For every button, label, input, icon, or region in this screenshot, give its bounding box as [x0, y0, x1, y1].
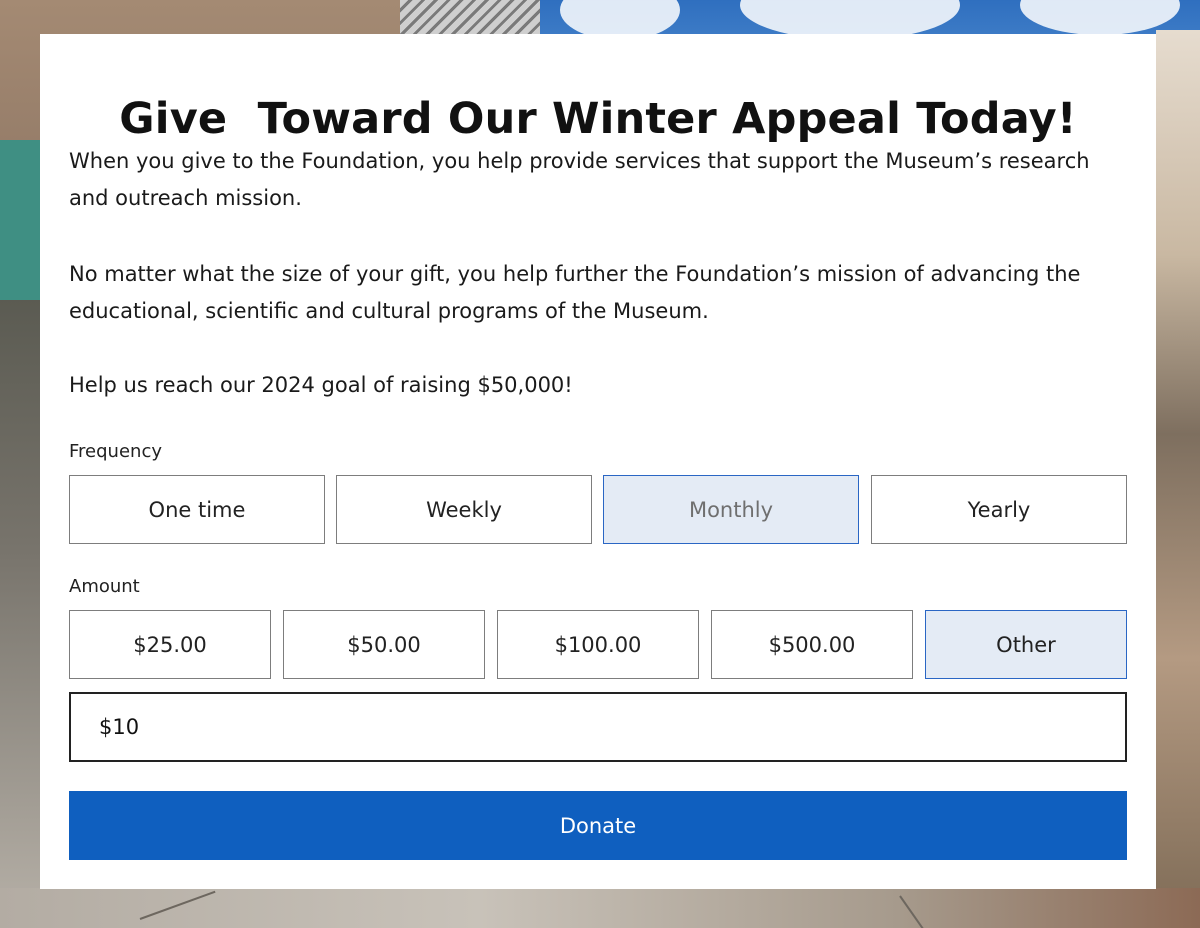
donation-card: Give Toward Our Winter Appeal Today! Whe… — [40, 34, 1156, 889]
frequency-option-one-time[interactable]: One time — [69, 475, 325, 544]
frequency-option-weekly[interactable]: Weekly — [336, 475, 592, 544]
amount-option-50[interactable]: $50.00 — [283, 610, 485, 679]
custom-amount-input[interactable] — [69, 692, 1127, 762]
amount-option-25[interactable]: $25.00 — [69, 610, 271, 679]
background-ground — [0, 300, 40, 928]
background-pavement — [0, 888, 1200, 928]
background-right-scene — [1156, 30, 1200, 928]
mission-paragraph: No matter what the size of your gift, yo… — [69, 262, 1081, 323]
frequency-option-yearly[interactable]: Yearly — [871, 475, 1127, 544]
amount-option-500[interactable]: $500.00 — [711, 610, 913, 679]
amount-option-other[interactable]: Other — [925, 610, 1127, 679]
intro-paragraph: When you give to the Foundation, you hel… — [69, 149, 1090, 210]
amount-option-100[interactable]: $100.00 — [497, 610, 699, 679]
donate-button[interactable]: Donate — [69, 791, 1127, 860]
page-title: Give Toward Our Winter Appeal Today! — [119, 94, 1077, 144]
background-wall — [0, 140, 40, 300]
goal-paragraph: Help us reach our 2024 goal of raising $… — [69, 373, 573, 397]
frequency-label: Frequency — [69, 441, 162, 462]
amount-label: Amount — [69, 576, 140, 597]
frequency-option-monthly[interactable]: Monthly — [603, 475, 859, 544]
background-roofline — [400, 0, 540, 34]
